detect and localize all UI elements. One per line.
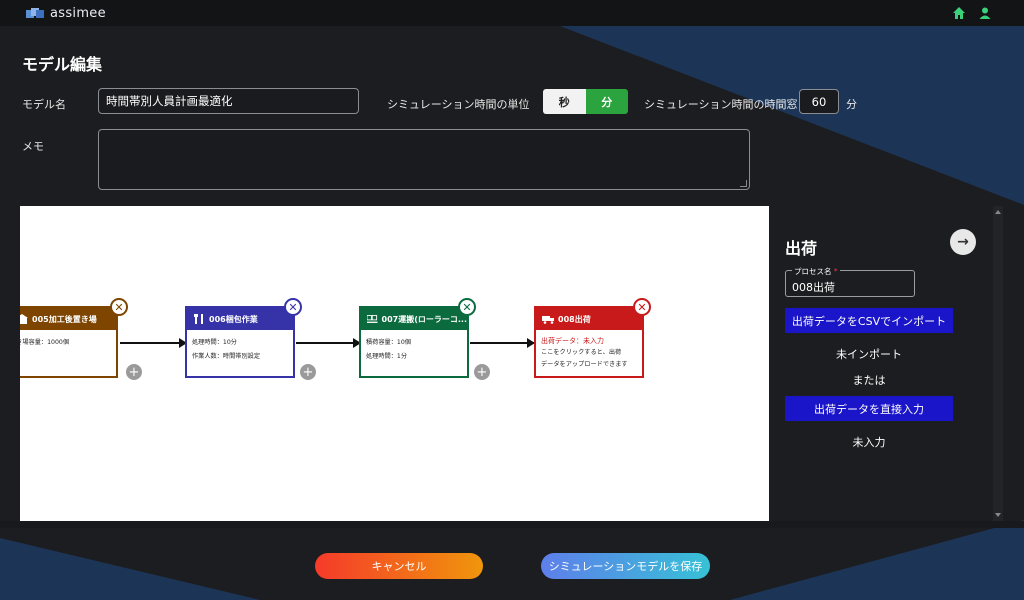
save-model-button[interactable]: シミュレーションモデルを保存 — [541, 553, 710, 579]
flow-arrow — [470, 338, 535, 348]
model-name-input[interactable]: 時間帯別人員計画最適化 — [98, 88, 359, 114]
process-name-label: プロセス名 * — [792, 266, 840, 277]
add-after-005-plus-icon[interactable]: + — [126, 364, 142, 380]
node-detail: 処理時間：1分 — [366, 353, 408, 360]
truck-icon — [542, 316, 554, 324]
process-node-007[interactable]: 007運搬(ローラーコ... 積荷容量：10個 処理時間：1分 — [359, 306, 469, 378]
user-icon[interactable] — [978, 6, 992, 20]
cancel-button[interactable]: キャンセル — [315, 553, 483, 579]
memo-label: メモ — [22, 140, 44, 153]
node-detail: 処理時間：10分 — [192, 339, 237, 346]
time-window-input[interactable]: 60 — [799, 89, 839, 114]
node-header: 007運搬(ローラーコ... — [361, 308, 467, 330]
node-detail: ここをクリックすると、出荷 — [541, 349, 622, 356]
flow-arrow — [296, 338, 361, 348]
process-name-field[interactable]: プロセス名 * 008出荷 — [785, 266, 915, 297]
time-window-unit: 分 — [846, 98, 857, 111]
node-detail: データをアップロードできます — [541, 361, 628, 368]
import-csv-button[interactable]: 出荷データをCSVでインポート — [785, 308, 953, 333]
node-title: 005加工後置き場 — [32, 314, 97, 324]
required-mark: * — [833, 267, 838, 276]
time-unit-toggle: 秒 分 — [543, 89, 628, 114]
conveyor-icon — [367, 315, 378, 323]
remove-node-006-close-icon[interactable]: ✕ — [284, 298, 302, 316]
process-node-008[interactable]: 008出荷 出荷データ：未入力 ここをクリックすると、出荷 データをアップロード… — [534, 306, 644, 378]
tools-icon — [194, 314, 203, 324]
node-detail: 置き場容量：1000個 — [20, 339, 70, 346]
app-name: assimee — [50, 5, 106, 21]
add-after-007-plus-icon[interactable]: + — [474, 364, 490, 380]
node-detail: 出荷データ：未入力 — [541, 337, 604, 345]
process-node-005[interactable]: 005加工後置き場 置き場容量：1000個 — [20, 306, 118, 378]
time-window-label: シミュレーション時間の時間窓 — [644, 98, 798, 111]
remove-node-008-close-icon[interactable]: ✕ — [633, 298, 651, 316]
home-icon[interactable] — [952, 6, 966, 20]
process-detail-panel: 出荷 → プロセス名 * 008出荷 出荷データをCSVでインポート 未インポー… — [769, 206, 1003, 521]
warehouse-icon — [20, 314, 28, 324]
node-header: 005加工後置き場 — [20, 308, 116, 330]
panel-scrollbar[interactable] — [993, 206, 1003, 521]
node-header: 008出荷 — [536, 308, 642, 330]
node-title: 006梱包作業 — [209, 314, 258, 324]
add-after-006-plus-icon[interactable]: + — [300, 364, 316, 380]
remove-node-005-close-icon[interactable]: ✕ — [110, 298, 128, 316]
top-bar: assimee — [0, 0, 1024, 26]
flow-canvas[interactable]: 005加工後置き場 置き場容量：1000個 ✕ + 006梱包作業 処理時間：1… — [20, 206, 769, 521]
or-text: または — [852, 374, 886, 387]
memo-textarea[interactable] — [98, 129, 750, 190]
time-unit-label: シミュレーション時間の単位 — [387, 98, 530, 111]
scroll-arrows-icon — [995, 210, 1001, 517]
model-name-label: モデル名 — [22, 98, 66, 111]
node-header: 006梱包作業 — [187, 308, 293, 330]
process-node-006[interactable]: 006梱包作業 処理時間：10分 作業人数：時間帯別設定 — [185, 306, 295, 378]
node-detail: 作業人数：時間帯別設定 — [192, 353, 261, 360]
remove-node-007-close-icon[interactable]: ✕ — [458, 298, 476, 316]
unit-seconds-option[interactable]: 秒 — [543, 89, 586, 114]
flow-arrow — [120, 338, 187, 348]
direct-input-button[interactable]: 出荷データを直接入力 — [785, 396, 953, 421]
panel-title: 出荷 — [785, 239, 818, 258]
panel-arrow-right-icon[interactable]: → — [950, 229, 976, 255]
page-title: モデル編集 — [22, 55, 103, 74]
direct-input-status: 未入力 — [852, 436, 886, 449]
unit-minutes-option[interactable]: 分 — [585, 89, 628, 114]
node-title: 008出荷 — [558, 314, 591, 324]
process-name-value: 008出荷 — [792, 281, 835, 294]
resize-handle-icon[interactable] — [740, 180, 747, 187]
node-title: 007運搬(ローラーコ... — [381, 314, 467, 324]
node-detail: 積荷容量：10個 — [366, 339, 411, 346]
csv-import-status: 未インポート — [836, 348, 902, 361]
cube-logo-icon — [26, 7, 44, 18]
app-logo[interactable]: assimee — [26, 6, 106, 21]
